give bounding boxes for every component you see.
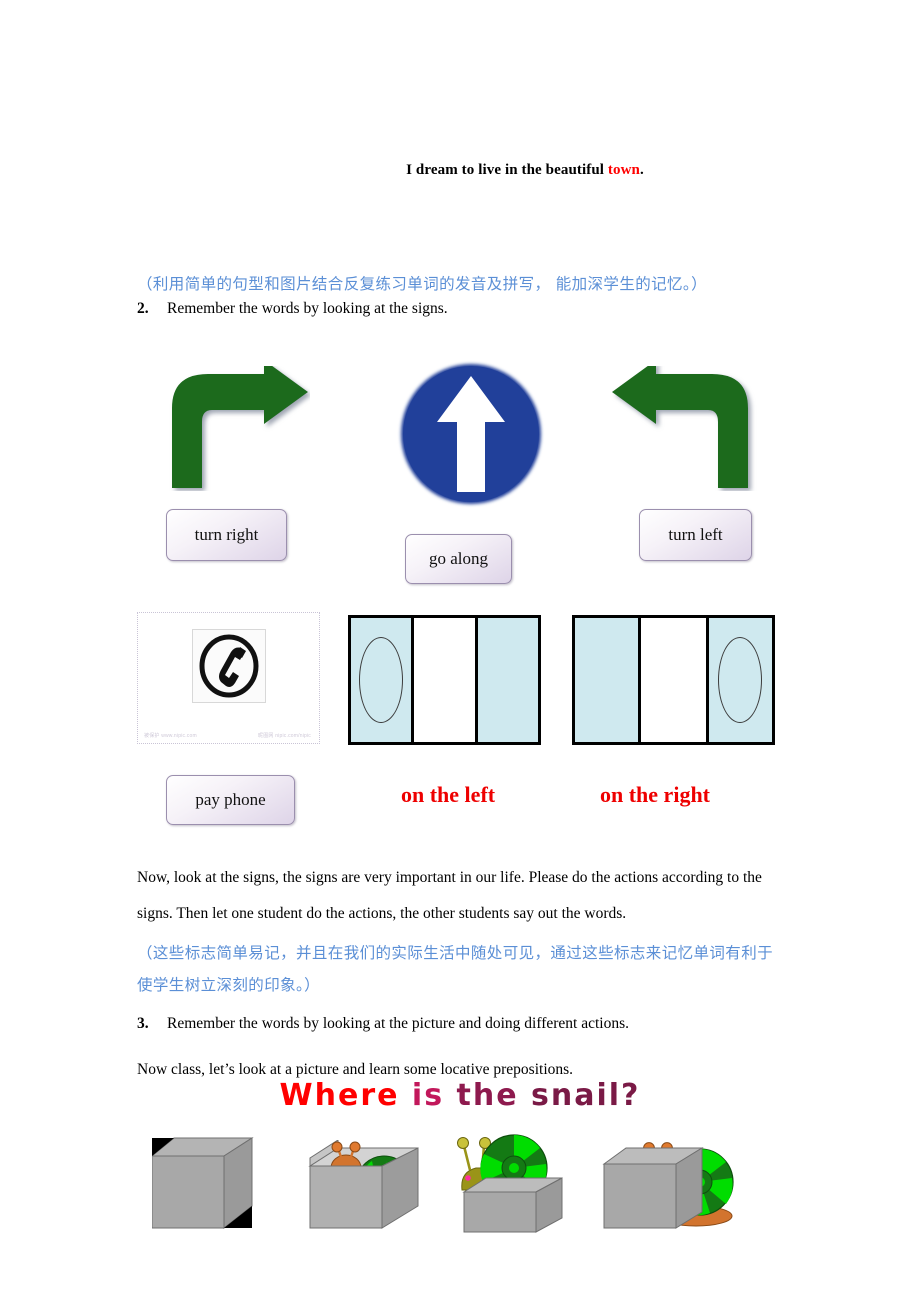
- header-sentence: I dream to live in the beautiful town.: [0, 162, 920, 179]
- document-page: I dream to live in the beautiful town. （…: [0, 0, 920, 1302]
- lane-diagram-left-icon: [348, 615, 541, 745]
- lane-left-shade: [351, 618, 411, 742]
- chinese-note-1: （利用简单的句型和图片结合反复练习单词的发音及拼写， 能加深学生的记忆。）: [137, 275, 707, 293]
- arrow-turn-right-icon: [160, 360, 310, 491]
- header-sentence-suffix: .: [640, 162, 644, 178]
- phone-watermark-right: 昵图网 nipic.com/nipic: [258, 733, 311, 739]
- label-chip-turn-left[interactable]: turn left: [639, 509, 752, 561]
- header-sentence-highlight: town: [607, 162, 640, 178]
- label-chip-turn-right-text: turn right: [194, 525, 259, 544]
- lane-right-shade: [708, 618, 772, 742]
- item-3-number: 3.: [137, 1015, 149, 1032]
- gray-cube-icon: [150, 1136, 256, 1232]
- label-chip-go-along[interactable]: go along: [405, 534, 512, 584]
- snail-on-box-icon: [452, 1128, 572, 1238]
- label-chip-turn-left-text: turn left: [668, 525, 723, 544]
- phone-icon-frame: [191, 629, 266, 703]
- blue-circle-up-arrow-icon: [397, 360, 545, 508]
- item-2: 2. Remember the words by looking at the s…: [137, 300, 448, 318]
- snail-title: Where is the snail?: [0, 1078, 920, 1113]
- snail-behind-box-icon: [600, 1136, 748, 1236]
- arrow-turn-left-icon: [610, 360, 760, 491]
- lane-left-right-shade: [478, 618, 538, 742]
- snail-title-word-4: snail?: [531, 1078, 641, 1113]
- item-2-number: 2.: [137, 300, 149, 317]
- label-chip-pay-phone-text: pay phone: [195, 790, 266, 809]
- paragraph-1: Now, look at the signs, the signs are ve…: [137, 869, 762, 922]
- lane-right-left-shade: [575, 618, 639, 742]
- item-3-text: Remember the words by looking at the pic…: [167, 1015, 630, 1032]
- label-on-the-left: on the left: [401, 782, 496, 807]
- lane-left-center: [410, 618, 479, 742]
- label-chip-pay-phone[interactable]: pay phone: [166, 775, 295, 825]
- item-3: 3. Remember the words by looking at the p…: [137, 1015, 629, 1033]
- item-2-text: Remember the words by looking at the sig…: [167, 300, 448, 317]
- label-chip-turn-right[interactable]: turn right: [166, 509, 287, 561]
- snail-title-word-3: the: [456, 1078, 519, 1113]
- label-on-the-right: on the right: [600, 782, 710, 807]
- phone-watermark-left: 被保护 www.nipic.com: [144, 733, 197, 739]
- lane-right-center: [638, 618, 709, 742]
- lane-diagram-right-icon: [572, 615, 775, 745]
- header-sentence-prefix: I dream to live in the beautiful: [406, 162, 608, 178]
- lane-right-oval: [718, 637, 763, 723]
- snail-title-word-1: Where: [279, 1078, 400, 1113]
- telephone-handset-icon: 被保护 www.nipic.com 昵图网 nipic.com/nipic: [137, 612, 320, 744]
- snail-title-word-2: is: [411, 1078, 445, 1113]
- chinese-note-2: （这些标志简单易记，并且在我们的实际生活中随处可见，通过这些标志来记忆单词有利于…: [137, 944, 774, 994]
- lane-left-oval: [358, 637, 403, 723]
- snail-in-box-icon: [300, 1139, 428, 1232]
- label-chip-go-along-text: go along: [428, 549, 489, 568]
